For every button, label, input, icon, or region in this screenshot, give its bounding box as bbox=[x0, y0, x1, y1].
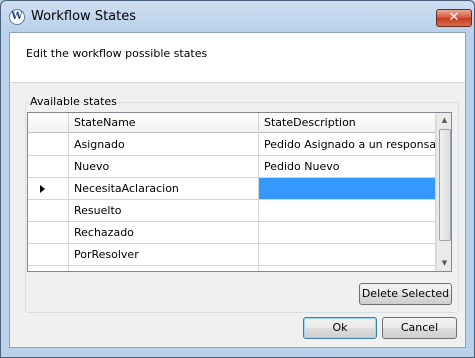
statename-cell[interactable]: EnRevisionRequerente bbox=[69, 266, 259, 271]
title-bar[interactable]: W Workflow States ✕ bbox=[1, 1, 474, 33]
row-header[interactable] bbox=[28, 244, 69, 266]
statedescription-cell[interactable] bbox=[259, 200, 436, 222]
states-grid[interactable]: StateName StateDescription Asignado Pedid… bbox=[27, 112, 452, 272]
header-panel: Edit the workflow possible states bbox=[10, 33, 465, 83]
statename-cell[interactable]: Rechazado bbox=[69, 222, 259, 244]
row-header[interactable] bbox=[28, 156, 69, 178]
current-row-arrow-icon bbox=[40, 185, 45, 193]
column-header-statedescription[interactable]: StateDescription bbox=[259, 113, 436, 133]
column-header-statename[interactable]: StateName bbox=[69, 113, 259, 133]
window-title: Workflow States bbox=[31, 9, 137, 24]
scrollbar-thumb[interactable] bbox=[439, 129, 451, 241]
table-row[interactable]: Nuevo Pedido Nuevo bbox=[28, 156, 436, 178]
statename-cell[interactable]: NecesitaAclaracion bbox=[69, 178, 259, 200]
statedescription-cell[interactable]: Pedido Asignado a un responsable bbox=[259, 134, 436, 156]
dialog-client-area: Edit the workflow possible states Availa… bbox=[9, 32, 466, 348]
header-description: Edit the workflow possible states bbox=[26, 47, 208, 60]
statename-cell[interactable]: Nuevo bbox=[69, 156, 259, 178]
cancel-button[interactable]: Cancel bbox=[382, 317, 457, 339]
statedescription-cell[interactable]: Pedido Nuevo bbox=[259, 156, 436, 178]
workflow-states-window: W Workflow States ✕ Edit the workflow po… bbox=[0, 0, 475, 358]
row-header[interactable] bbox=[28, 266, 69, 271]
table-row[interactable]: Rechazado bbox=[28, 222, 436, 244]
ok-button[interactable]: Ok bbox=[303, 317, 377, 339]
grid-vertical-scrollbar[interactable]: ▲ ▼ bbox=[436, 113, 451, 271]
table-row[interactable]: PorResolver bbox=[28, 244, 436, 266]
statedescription-cell[interactable] bbox=[259, 266, 436, 271]
statename-cell[interactable]: Resuelto bbox=[69, 200, 259, 222]
statedescription-cell[interactable] bbox=[259, 244, 436, 266]
row-header[interactable] bbox=[28, 134, 69, 156]
scroll-up-icon[interactable]: ▲ bbox=[437, 113, 451, 128]
table-row[interactable]: EnRevisionRequerente bbox=[28, 266, 436, 271]
row-header[interactable] bbox=[28, 200, 69, 222]
table-row[interactable]: NecesitaAclaracion bbox=[28, 178, 436, 200]
statename-cell[interactable]: PorResolver bbox=[69, 244, 259, 266]
row-header-corner[interactable] bbox=[28, 113, 69, 133]
statedescription-cell[interactable] bbox=[259, 222, 436, 244]
statedescription-cell[interactable] bbox=[259, 178, 436, 200]
statename-cell[interactable]: Asignado bbox=[69, 134, 259, 156]
group-legend: Available states bbox=[28, 95, 119, 108]
delete-selected-button[interactable]: Delete Selected bbox=[359, 283, 452, 305]
grid-header: StateName StateDescription bbox=[28, 113, 451, 134]
table-row[interactable]: Resuelto bbox=[28, 200, 436, 222]
scroll-down-icon[interactable]: ▼ bbox=[437, 256, 451, 271]
row-header[interactable] bbox=[28, 222, 69, 244]
close-button[interactable]: ✕ bbox=[436, 9, 472, 27]
row-header[interactable] bbox=[28, 178, 69, 200]
table-row[interactable]: Asignado Pedido Asignado a un responsable bbox=[28, 134, 436, 156]
workflow-app-icon: W bbox=[9, 9, 25, 25]
close-icon: ✕ bbox=[448, 10, 460, 25]
